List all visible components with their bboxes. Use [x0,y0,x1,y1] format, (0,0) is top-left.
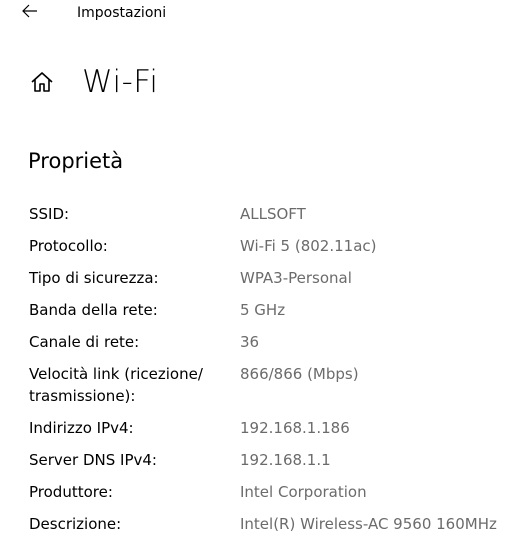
property-value: 36 [240,333,260,351]
settings-window: Impostazioni Wi-Fi Proprietà SSID: ALLSO… [0,0,532,544]
property-value: WPA3-Personal [240,269,352,287]
property-row-link-speed: Velocità link (ricezione/ trasmissione):… [29,363,519,407]
property-label: Tipo di sicurezza: [29,269,159,287]
property-label: Canale di rete: [29,333,140,351]
property-value: Intel Corporation [240,483,367,501]
page-title: Wi-Fi [82,64,159,100]
property-value: 192.168.1.1 [240,451,331,469]
property-value: 5 GHz [240,301,286,319]
property-row-protocol: Protocollo: Wi-Fi 5 (802.11ac) [29,235,519,257]
property-row-security-type: Tipo di sicurezza: WPA3-Personal [29,267,519,289]
property-row-description: Descrizione: Intel(R) Wireless-AC 9560 1… [29,513,519,535]
properties-list: SSID: ALLSOFT Protocollo: Wi-Fi 5 (802.1… [29,203,519,544]
property-label: SSID: [29,205,70,223]
property-label: Banda della rete: [29,301,158,319]
property-value: 192.168.1.186 [240,419,350,437]
property-label: Velocità link (ricezione/ trasmissione): [29,365,203,405]
back-arrow-icon [22,3,38,22]
property-value: ALLSOFT [240,205,306,223]
property-value: Intel(R) Wireless-AC 9560 160MHz [240,515,497,533]
property-label: Server DNS IPv4: [29,451,157,469]
property-row-manufacturer: Produttore: Intel Corporation [29,481,519,503]
property-row-ipv4-address: Indirizzo IPv4: 192.168.1.186 [29,417,519,439]
property-label: Indirizzo IPv4: [29,419,134,437]
app-title: Impostazioni [77,5,167,21]
home-icon [28,68,56,96]
title-bar: Impostazioni [0,0,532,28]
back-button[interactable] [18,2,42,22]
property-value: 866/866 (Mbps) [240,365,359,383]
page-header: Wi-Fi [28,62,158,102]
property-label: Descrizione: [29,515,122,533]
property-label: Produttore: [29,483,113,501]
property-row-network-channel: Canale di rete: 36 [29,331,519,353]
property-row-network-band: Banda della rete: 5 GHz [29,299,519,321]
section-title: Proprietà [28,149,124,173]
property-label: Protocollo: [29,237,108,255]
property-row-ipv4-dns: Server DNS IPv4: 192.168.1.1 [29,449,519,471]
property-value: Wi-Fi 5 (802.11ac) [240,237,377,255]
property-row-ssid: SSID: ALLSOFT [29,203,519,225]
